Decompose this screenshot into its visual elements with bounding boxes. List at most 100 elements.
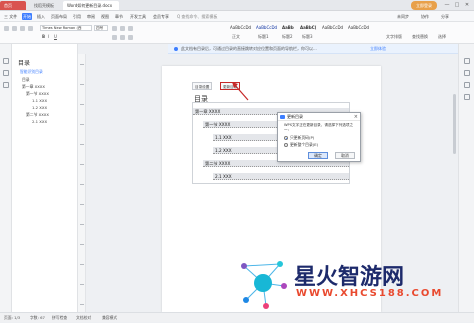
share-button[interactable]: 分享 (440, 13, 450, 20)
menu-home[interactable]: 开始 (22, 13, 32, 20)
update-toc-dialog: 更新目录 × WPS文字正在更新目录，请选择下列选项之一： 只更新页码(P) 更… (277, 112, 361, 162)
italic-icon[interactable]: I (48, 34, 49, 39)
bullets-icon[interactable] (112, 26, 117, 31)
menu-review[interactable]: 审阅 (86, 13, 96, 20)
select-button[interactable]: 选择 (438, 34, 446, 40)
smart-toc-button[interactable]: 智能识别目录 (20, 69, 43, 75)
nav-item[interactable]: 第一章 XXXX (22, 84, 45, 90)
right-rail (458, 44, 474, 312)
menu-file[interactable]: 三 文件 (3, 13, 18, 20)
ruler-tick (80, 144, 84, 145)
style-name-heading-1: 标题1 (258, 34, 269, 39)
tab-templates[interactable]: 找稻壳模板 (30, 1, 64, 10)
style-4[interactable]: AaBbCcDd (322, 24, 343, 32)
text-layout-button[interactable]: 文字排版 (386, 34, 402, 40)
ruler-tick (80, 284, 84, 285)
dialog-close-icon[interactable]: × (354, 113, 358, 121)
menu-insert[interactable]: 插入 (36, 13, 46, 20)
align-right-icon[interactable] (128, 35, 133, 40)
side-tool-icon[interactable] (464, 70, 470, 76)
ruler-tick (80, 304, 84, 305)
font-name-select[interactable]: Times New Roman (西 (40, 25, 92, 31)
toc-line[interactable]: 2.1 XXX (213, 173, 349, 180)
vertical-scrollbar[interactable] (452, 54, 457, 312)
nav-item[interactable]: 1.2 XXX (32, 105, 47, 110)
nav-item[interactable]: 1.1 XXX (32, 98, 47, 103)
maximize-icon[interactable]: □ (452, 1, 462, 10)
copy-icon[interactable] (20, 26, 25, 31)
ruler-tick (80, 124, 84, 125)
menu-sections[interactable]: 章节 (114, 13, 124, 20)
style-normal[interactable]: AaBbCcDd (230, 24, 251, 32)
navigation-icon[interactable] (3, 58, 9, 64)
style-heading-2[interactable]: AaBb (282, 24, 294, 32)
style-5[interactable]: AaBbCcDd (348, 24, 369, 32)
nav-pane-title: 目录 (18, 60, 31, 67)
align-center-icon[interactable] (120, 35, 125, 40)
align-left-icon[interactable] (112, 35, 117, 40)
nav-item[interactable]: 第一节 XXXX (26, 91, 49, 97)
radio-label-page-numbers[interactable]: 只更新页码(P) (290, 135, 314, 141)
tab-templates-label: 找稻壳模板 (34, 3, 54, 8)
scroll-thumb[interactable] (453, 94, 456, 154)
nav-item[interactable]: 目录 (22, 77, 30, 83)
window-controls: — □ ✕ (442, 1, 472, 10)
find-replace-button[interactable]: 查找替换 (412, 34, 428, 40)
notice-bar: 此文档有目录后，可通过目录的直接跳转对应位置和页面的导航栏，你可以... 立即体… (168, 44, 474, 54)
ruler-tick (80, 84, 84, 85)
ruler-tick (80, 224, 84, 225)
ok-button[interactable]: 确定 (308, 152, 328, 159)
style-heading-3[interactable]: AaBbC( (300, 24, 316, 32)
ruler-tick (80, 164, 84, 165)
paste-icon[interactable] (4, 26, 9, 31)
chapter-icon[interactable] (3, 82, 9, 88)
sync-status[interactable]: 未同步 (396, 13, 410, 20)
indent-icon[interactable] (128, 26, 133, 31)
minimize-icon[interactable]: — (442, 1, 452, 10)
nav-item[interactable]: 2.1 XXX (32, 119, 47, 124)
menu-developer[interactable]: 开发工具 (129, 13, 147, 20)
style-heading-1[interactable]: AaBbCcDd (256, 24, 277, 32)
font-size-select[interactable]: 四号 (94, 25, 108, 31)
window-close-icon[interactable]: ✕ (462, 1, 472, 10)
ribbon-toolbar: Times New Roman (西 四号 B I U AaBbCcDd AaB… (0, 22, 474, 44)
menu-references[interactable]: 引用 (72, 13, 82, 20)
watermark-text: 星火智游网 (294, 265, 405, 290)
nav-item[interactable]: 第二节 XXXX (26, 112, 49, 118)
collaborate-button[interactable]: 协作 (420, 13, 430, 20)
title-bar: 首页 找稻壳模板 Word如何更新目录.docx× 立即登录 —□✕ (0, 0, 474, 17)
bookmark-icon[interactable] (3, 70, 9, 76)
menu-page-layout[interactable]: 页面布局 (50, 13, 68, 20)
notice-link[interactable]: 立即体验 (370, 44, 386, 54)
bold-icon[interactable]: B (42, 34, 45, 39)
ruler-tick (80, 204, 84, 205)
login-button[interactable]: 立即登录 (411, 1, 437, 10)
radio-update-entire-toc[interactable] (284, 143, 288, 147)
radio-label-entire-toc[interactable]: 更新整个目录(E) (290, 142, 318, 148)
style-name-heading-3: 标题3 (302, 34, 313, 39)
watermark-logo (241, 261, 287, 309)
vertical-ruler (78, 54, 86, 312)
navigation-pane: 目录 智能识别目录 目录 第一章 XXXX 第一节 XXXX 1.1 XXX 1… (12, 44, 78, 312)
cut-icon[interactable] (12, 26, 17, 31)
format-painter-icon[interactable] (28, 26, 33, 31)
menu-membership[interactable]: 会员专享 (152, 13, 170, 20)
toc-settings-button[interactable]: 目录设置 (192, 82, 213, 90)
pointer-arrow-icon (232, 82, 249, 101)
status-bar: 页面: 1/3 字数: 67 拼写检查 文档校对 兼容模式 (0, 312, 474, 322)
tab-home[interactable]: 首页 (0, 1, 26, 10)
menu-view[interactable]: 视图 (100, 13, 110, 20)
search-commands-input[interactable]: Q 查找命令、搜索模板 (176, 13, 218, 20)
dialog-title: 更新目录 (278, 113, 360, 121)
underline-icon[interactable]: U (54, 34, 57, 39)
notice-text: 此文档有目录后，可通过目录的直接跳转对应位置和页面的导航栏，你可以... (181, 46, 317, 51)
side-tool-icon[interactable] (464, 58, 470, 64)
style-name-heading-2: 标题2 (282, 34, 293, 39)
cancel-button[interactable]: 取消 (335, 152, 355, 159)
tab-document[interactable]: Word如何更新目录.docx× (63, 1, 119, 17)
side-tool-icon[interactable] (464, 94, 470, 100)
numbering-icon[interactable] (120, 26, 125, 31)
side-tool-icon[interactable] (464, 82, 470, 88)
tab-document-label: Word如何更新目录.docx (67, 3, 113, 8)
radio-update-page-numbers[interactable] (284, 136, 288, 140)
